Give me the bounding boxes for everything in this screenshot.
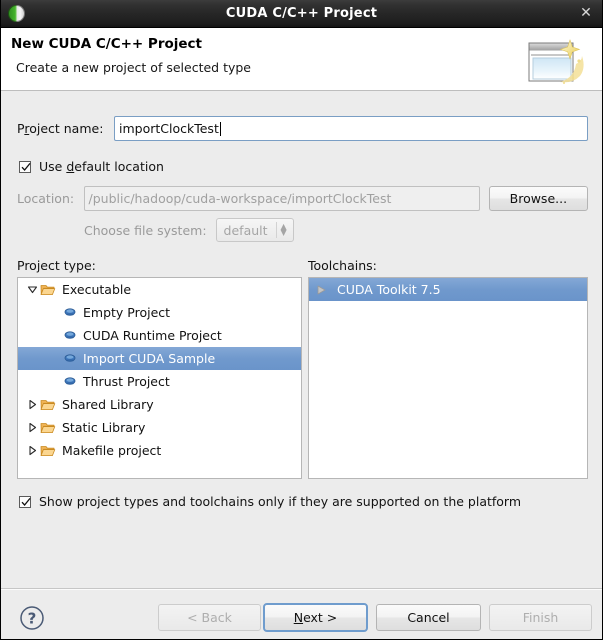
triangle-right-icon[interactable] <box>24 422 40 433</box>
text-caret <box>220 122 221 136</box>
blue-sphere-icon <box>64 376 82 388</box>
cuda-project-dialog: CUDA C/C++ Project ✕ New CUDA C/C++ Proj… <box>0 0 603 640</box>
project-type-item[interactable]: Import CUDA Sample <box>18 347 301 370</box>
project-type-item-label: Executable <box>61 282 131 297</box>
triangle-down-icon[interactable] <box>24 284 40 295</box>
chevron-updown-icon: ▲▼ <box>281 224 290 236</box>
project-type-item[interactable]: Shared Library <box>18 393 301 416</box>
folder-open-icon <box>40 283 61 297</box>
project-type-item[interactable]: Empty Project <box>18 301 301 324</box>
location-label: Location: <box>17 191 84 206</box>
project-type-item-label: Empty Project <box>82 305 170 320</box>
toolchain-item[interactable]: CUDA Toolkit 7.5 <box>309 278 587 301</box>
triangle-right-icon <box>315 284 336 296</box>
back-button[interactable]: < Back <box>158 604 261 631</box>
title-bar: CUDA C/C++ Project ✕ <box>1 0 602 28</box>
page-subtitle: Create a new project of selected type <box>11 60 602 75</box>
project-type-item[interactable]: CUDA Runtime Project <box>18 324 301 347</box>
file-system-label: Choose file system: <box>84 223 207 238</box>
page-title: New CUDA C/C++ Project <box>11 36 602 52</box>
use-default-location-row[interactable]: Use default location <box>19 159 164 174</box>
file-system-row: Choose file system: default ▲▼ <box>84 218 294 242</box>
help-question-icon[interactable]: ? <box>19 605 45 634</box>
show-supported-checkbox[interactable] <box>19 496 31 508</box>
location-input[interactable]: /public/hadoop/cuda-workspace/importCloc… <box>84 186 480 211</box>
project-type-item[interactable]: Thrust Project <box>18 370 301 393</box>
project-type-item-label: Import CUDA Sample <box>82 351 215 366</box>
toolchains-panel: Toolchains: CUDA Toolkit 7.5 <box>308 258 588 479</box>
project-name-input[interactable]: importClockTest <box>114 116 588 141</box>
folder-open-icon <box>40 398 61 412</box>
footer-separator <box>1 588 603 590</box>
project-name-label: Project name: <box>17 121 114 136</box>
folder-open-icon <box>40 444 61 458</box>
show-supported-label: Show project types and toolchains only i… <box>39 494 521 509</box>
toolchains-label: Toolchains: <box>308 258 588 273</box>
show-supported-row[interactable]: Show project types and toolchains only i… <box>19 494 521 509</box>
next-button[interactable]: Next > <box>263 603 368 632</box>
toolchain-item-label: CUDA Toolkit 7.5 <box>336 282 441 297</box>
finish-button[interactable]: Finish <box>489 604 592 631</box>
project-type-item[interactable]: Executable <box>18 278 301 301</box>
triangle-right-icon[interactable] <box>24 445 40 456</box>
file-system-value: default <box>224 223 268 238</box>
triangle-right-icon[interactable] <box>24 399 40 410</box>
blue-sphere-icon <box>64 353 82 365</box>
combo-separator <box>276 222 277 238</box>
use-default-location-label: Use default location <box>39 159 164 174</box>
file-system-select[interactable]: default ▲▼ <box>216 218 294 242</box>
project-type-item-label: Thrust Project <box>82 374 170 389</box>
blue-sphere-icon <box>64 330 82 342</box>
project-type-item[interactable]: Static Library <box>18 416 301 439</box>
project-type-item-label: Static Library <box>61 420 145 435</box>
new-project-window-sparkle-icon <box>520 34 590 88</box>
folder-open-icon <box>40 421 61 435</box>
blue-sphere-icon <box>64 307 82 319</box>
project-type-item-label: Makefile project <box>61 443 161 458</box>
project-type-item-label: CUDA Runtime Project <box>82 328 222 343</box>
browse-button[interactable]: Browse... <box>489 186 588 211</box>
cancel-button[interactable]: Cancel <box>376 604 481 631</box>
window-title: CUDA C/C++ Project <box>1 6 602 21</box>
project-type-item-label: Shared Library <box>61 397 154 412</box>
toolchains-list[interactable]: CUDA Toolkit 7.5 <box>308 277 588 479</box>
project-type-tree[interactable]: Executable Empty Project CUDA Runtime Proj… <box>17 277 302 479</box>
project-type-panel: Project type: Executable Empty Project CUD… <box>17 258 302 479</box>
project-type-label: Project type: <box>17 258 302 273</box>
app-globe-icon <box>8 5 25 22</box>
use-default-location-checkbox[interactable] <box>19 161 31 173</box>
location-row: Location: /public/hadoop/cuda-workspace/… <box>17 186 588 211</box>
svg-text:?: ? <box>28 610 37 628</box>
close-icon[interactable]: ✕ <box>577 4 595 22</box>
project-name-row: Project name: importClockTest <box>17 116 588 141</box>
project-type-item[interactable]: Makefile project <box>18 439 301 462</box>
wizard-banner: New CUDA C/C++ Project Create a new proj… <box>1 28 602 91</box>
